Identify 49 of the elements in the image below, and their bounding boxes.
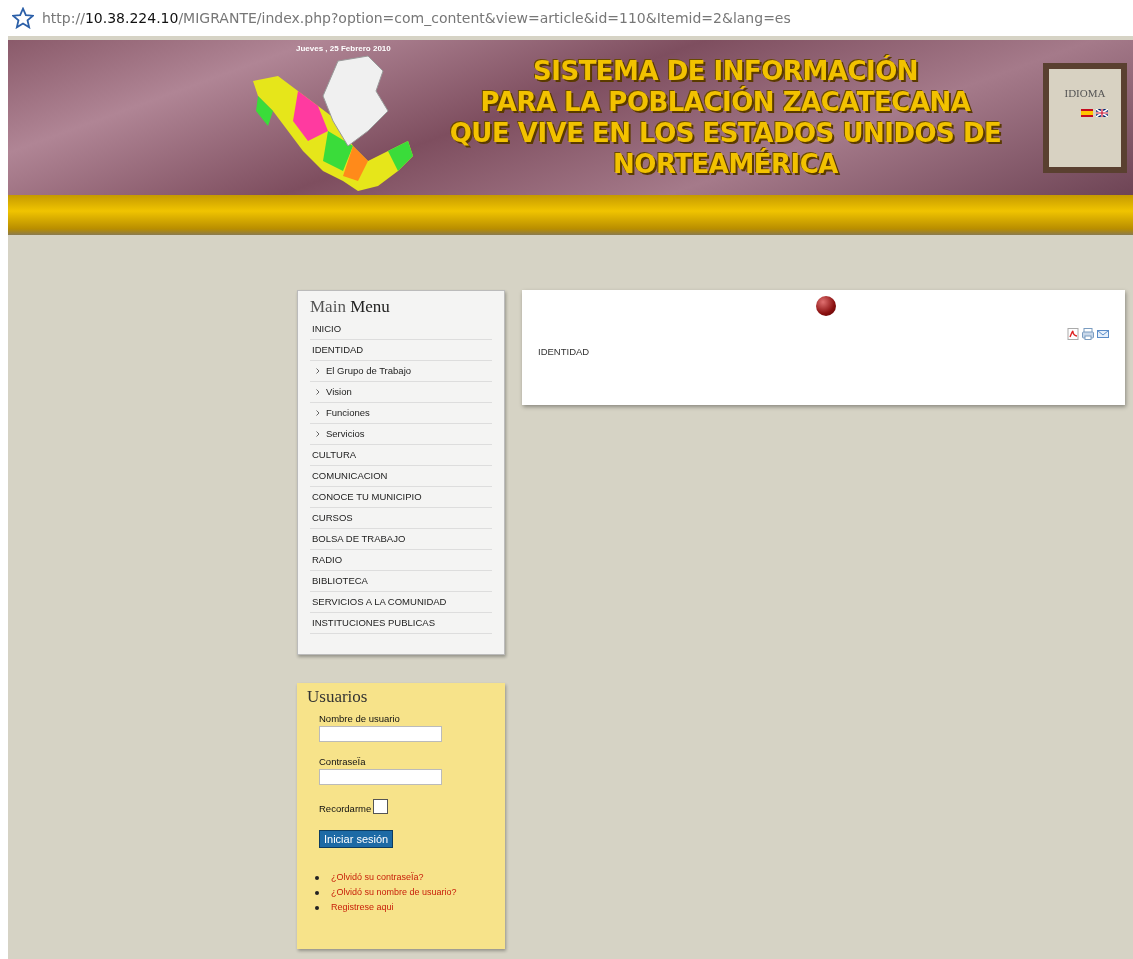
menu-item[interactable]: RADIO (310, 550, 492, 571)
menu-title: Main Menu (310, 297, 391, 317)
url-text[interactable]: http://10.38.224.10/MIGRANTE/index.php?option=com_content&view=article&id=110&Itemid=2&lang=es (42, 10, 791, 26)
menu-item[interactable]: COMUNICACION (310, 466, 492, 487)
email-icon[interactable] (1097, 328, 1109, 340)
bullet-icon (315, 875, 319, 880)
menu-item[interactable]: IDENTIDAD (310, 340, 492, 361)
chevron-icon (316, 389, 320, 395)
pdf-icon[interactable] (1067, 328, 1079, 340)
username-label: Nombre de usuario (319, 713, 400, 724)
spain-flag-icon[interactable] (1080, 108, 1093, 117)
pin-icon (816, 296, 836, 316)
login-title: Usuarios (307, 687, 369, 707)
menu-item[interactable]: CURSOS (310, 508, 492, 529)
menu-item[interactable]: CONOCE TU MUNICIPIO (310, 487, 492, 508)
star-icon[interactable] (12, 7, 34, 29)
chevron-icon (316, 368, 320, 374)
date-text: Jueves , 25 Febrero 2010 (296, 44, 391, 53)
bullet-icon (315, 905, 319, 910)
menu-item[interactable]: INSTITUCIONES PUBLICAS (310, 613, 492, 634)
login-link[interactable]: ¿Olvidó su nombre de usuario? (331, 885, 457, 900)
article-text: IDENTIDAD (538, 346, 591, 357)
submenu-item[interactable]: El Grupo de Trabajo (310, 361, 492, 382)
bullet-icon (315, 890, 319, 895)
language-title: IDIOMA (1064, 86, 1106, 99)
chevron-icon (316, 431, 320, 437)
menu-item[interactable]: SERVICIOS A LA COMUNIDAD (310, 592, 492, 613)
chevron-icon (316, 410, 320, 416)
username-field[interactable] (319, 726, 442, 742)
remember-checkbox[interactable] (373, 799, 389, 814)
login-button[interactable]: Iniciar sesión (319, 830, 394, 848)
menu-item[interactable]: BIBLIOTECA (310, 571, 492, 592)
submenu-item[interactable]: Servicios (310, 424, 492, 445)
password-label: ContraseÏa (319, 756, 366, 767)
menu-item[interactable]: BOLSA DE TRABAJO (310, 529, 492, 550)
password-field[interactable] (319, 769, 442, 785)
submenu-item[interactable]: Vision (310, 382, 492, 403)
uk-flag-icon[interactable] (1095, 108, 1108, 117)
site-title-line: NORTEAMÉRICA (613, 148, 838, 180)
remember-label: Recordarme (319, 803, 372, 814)
menu-item[interactable]: CULTURA (310, 445, 492, 466)
site-title-line: SISTEMA DE INFORMACIÓN (533, 55, 918, 86)
submenu-item[interactable]: Funciones (310, 403, 492, 424)
site-title-line: PARA LA POBLACIÓN ZACATECANA (480, 86, 971, 118)
site-title-line: QUE VIVE EN LOS ESTADOS UNIDOS DE (449, 117, 1002, 148)
print-icon[interactable] (1082, 328, 1094, 340)
menu-item[interactable]: INICIO (310, 319, 492, 340)
login-link[interactable]: ¿Olvidó su contraseÏa? (331, 870, 424, 885)
login-link[interactable]: Registrese aqui (331, 900, 394, 915)
